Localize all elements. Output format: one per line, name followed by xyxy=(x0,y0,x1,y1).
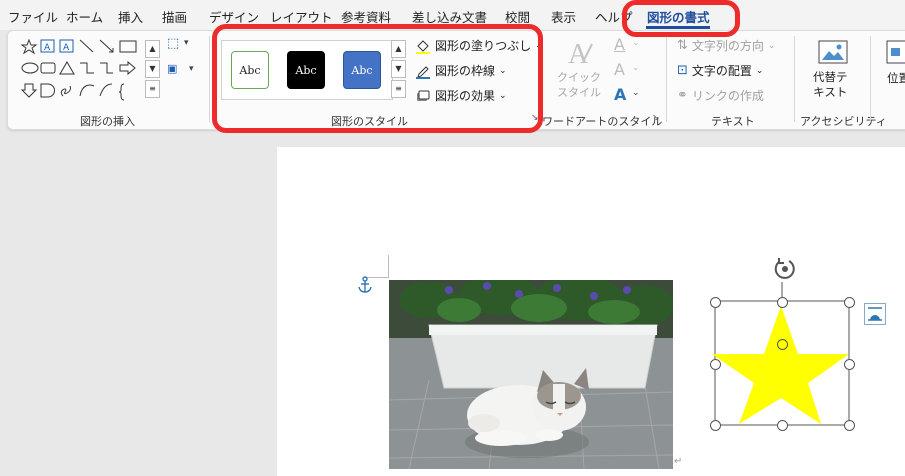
text-outline-icon[interactable]: A xyxy=(614,60,625,79)
margin-corner-mark xyxy=(388,255,389,278)
text-align-button[interactable]: ⊡ 文字の配置 ⌄ xyxy=(677,62,763,79)
shapes-gallery[interactable]: A A xyxy=(20,38,146,102)
text-outline-dropdown[interactable]: ⌄ xyxy=(632,63,640,73)
text-direction-icon: ⇅ xyxy=(677,38,688,53)
paragraph-mark: ↵ xyxy=(674,456,683,467)
resize-handle-bottom[interactable] xyxy=(777,420,788,431)
adjust-handle[interactable] xyxy=(777,339,788,350)
group-separator xyxy=(666,36,667,122)
cat-photo[interactable] xyxy=(389,280,673,469)
text-effects-icon[interactable]: A xyxy=(614,85,626,104)
text-align-label: 文字の配置 xyxy=(691,64,752,78)
tab-insert[interactable]: 挿入 xyxy=(118,7,143,26)
svg-text:A: A xyxy=(63,43,70,53)
cat-photo-image[interactable] xyxy=(389,280,673,469)
create-link-label: リンクの作成 xyxy=(691,89,764,103)
shapes-scroll-up[interactable]: ▲ xyxy=(145,40,160,58)
tab-view[interactable]: 表示 xyxy=(551,7,576,26)
wordart-styles-label: ワードアートのスタイル xyxy=(542,115,663,128)
group-separator xyxy=(794,36,795,122)
text-align-icon: ⊡ xyxy=(677,63,688,78)
text-fill-icon[interactable]: A xyxy=(614,35,625,54)
anchor-icon[interactable] xyxy=(357,276,373,294)
tab-home[interactable]: ホーム xyxy=(66,7,103,26)
resize-handle-right[interactable] xyxy=(844,359,855,370)
tab-file[interactable]: ファイル xyxy=(8,7,58,26)
rotate-handle-icon[interactable] xyxy=(772,256,798,282)
position-icon[interactable] xyxy=(886,40,905,66)
shapes-scroll-down[interactable]: ▼ xyxy=(145,60,160,78)
alt-text-label[interactable]: 代替テ キスト xyxy=(813,70,848,100)
highlight-shape-styles xyxy=(212,24,543,133)
resize-handle-bl[interactable] xyxy=(710,420,721,431)
svg-text:A: A xyxy=(44,43,51,53)
shapes-more-button[interactable]: ≡ xyxy=(145,80,160,98)
highlight-shape-format-tab xyxy=(622,0,740,37)
create-link-button[interactable]: ⚭ リンクの作成 xyxy=(677,87,764,104)
star-fill[interactable] xyxy=(712,306,849,424)
text-direction-label: 文字列の方向 xyxy=(691,39,764,53)
group-separator xyxy=(209,36,210,122)
resize-handle-left[interactable] xyxy=(710,359,721,370)
position-label[interactable]: 位置 xyxy=(887,70,905,86)
wordart-launcher-icon[interactable]: ↘ xyxy=(652,113,660,123)
alt-text-icon[interactable] xyxy=(818,40,848,66)
edit-shape-dropdown[interactable]: ▾ xyxy=(184,38,189,48)
text-direction-button[interactable]: ⇅ 文字列の方向 ⌄ xyxy=(677,37,775,54)
resize-handle-br[interactable] xyxy=(844,420,855,431)
layout-options-button[interactable] xyxy=(864,303,886,325)
tab-draw[interactable]: 描画 xyxy=(162,7,187,26)
text-effects-dropdown[interactable]: ⌄ xyxy=(632,88,640,98)
quick-style-label[interactable]: クイック スタイル xyxy=(557,70,601,100)
accessibility-label: アクセシビリティ xyxy=(800,115,887,128)
textbox-icon[interactable]: ▣ xyxy=(167,62,177,75)
edit-shape-icon[interactable]: ⬚ xyxy=(167,36,179,51)
svg-text:A: A xyxy=(568,39,589,68)
text-fill-dropdown[interactable]: ⌄ xyxy=(632,38,640,48)
layout-options-icon xyxy=(868,307,882,321)
insert-shapes-label: 図形の挿入 xyxy=(80,115,135,128)
text-group-label: テキスト xyxy=(711,115,755,128)
group-separator xyxy=(870,36,871,122)
textbox-dropdown[interactable]: ▾ xyxy=(189,64,194,74)
wordart-a-icon[interactable]: A xyxy=(566,38,596,68)
resize-handle-tl[interactable] xyxy=(710,297,721,308)
link-icon: ⚭ xyxy=(677,88,688,103)
resize-handle-top[interactable] xyxy=(777,297,788,308)
shapes-gallery-icons[interactable]: A A xyxy=(20,38,146,102)
resize-handle-tr[interactable] xyxy=(844,297,855,308)
